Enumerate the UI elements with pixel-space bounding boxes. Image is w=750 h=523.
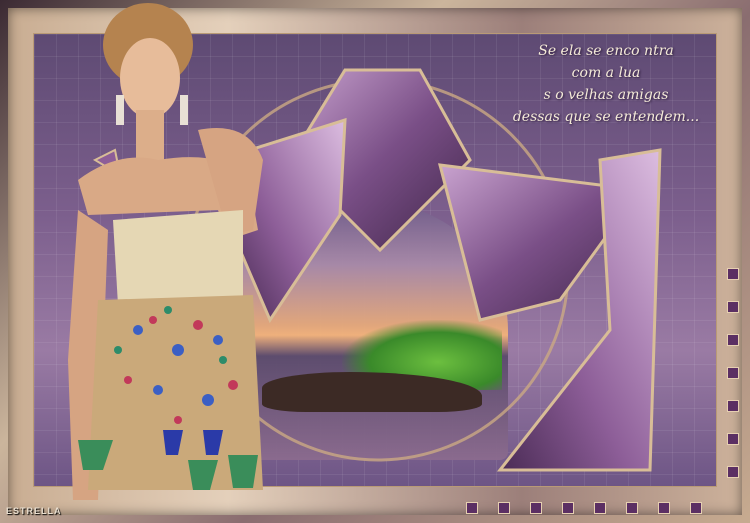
woman-figure (68, 3, 263, 500)
poem-text: Se ela se enco ntra com a lua s o velhas… (486, 40, 726, 128)
decor-square (727, 301, 739, 313)
outer-frame: Se ela se enco ntra com a lua s o velhas… (0, 0, 750, 523)
bottom-square-row (466, 502, 722, 516)
right-square-column (727, 268, 741, 499)
decor-square (727, 334, 739, 346)
decor-square (727, 466, 739, 478)
decor-square (658, 502, 670, 514)
decor-square (530, 502, 542, 514)
artist-signature: ESTRELLA (6, 506, 62, 516)
poem-line-1: Se ela se enco ntra (538, 43, 674, 59)
decor-square (466, 502, 478, 514)
poem-line-3: s o velhas amigas (543, 87, 669, 103)
decor-square (727, 367, 739, 379)
decor-square (498, 502, 510, 514)
poem-line-2: com a lua (571, 65, 641, 81)
poem-line-4: dessas que se entendem... (512, 109, 700, 125)
decor-square (562, 502, 574, 514)
decor-square (626, 502, 638, 514)
decor-square (727, 268, 739, 280)
decor-square (594, 502, 606, 514)
decor-square (690, 502, 702, 514)
decor-square (727, 400, 739, 412)
decor-square (727, 433, 739, 445)
